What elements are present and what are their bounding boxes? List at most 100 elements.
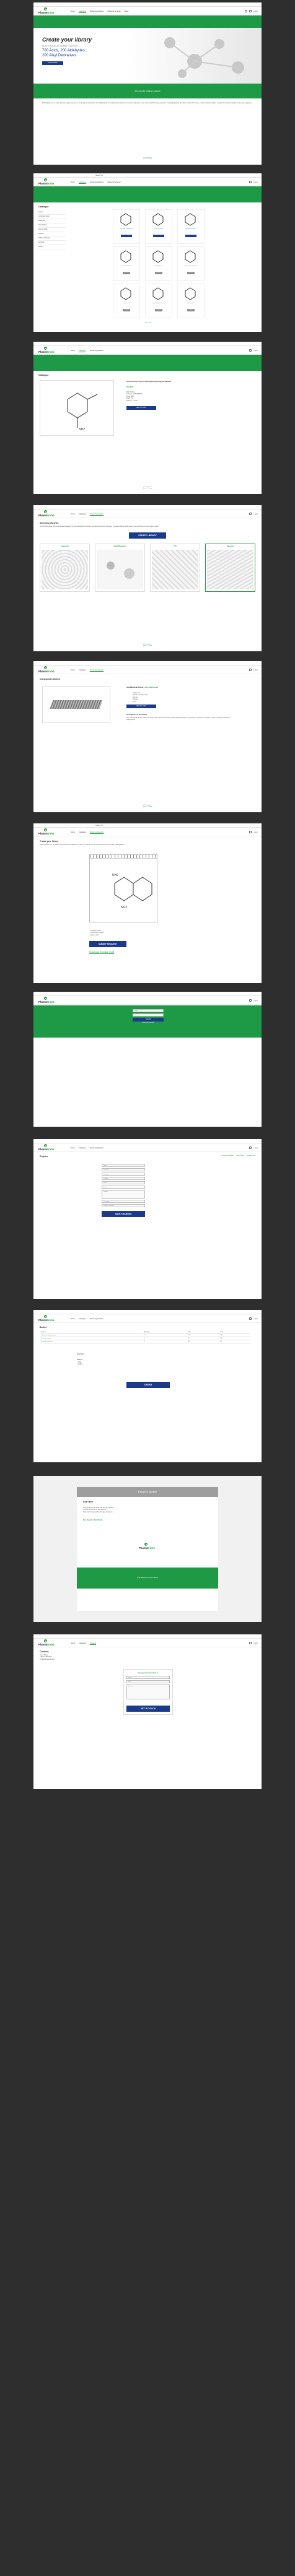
- login-link[interactable]: Log in: [253, 1000, 258, 1002]
- tab-cart[interactable]: Shopping Cart: [247, 1155, 255, 1156]
- add-to-cart-button[interactable]: ADD TO CART: [126, 406, 156, 410]
- download-link[interactable]: Download template (.sdf): [89, 951, 114, 953]
- library-card[interactable]: Bespoke: [205, 544, 255, 592]
- add-to-cart-button[interactable]: ADD TO CART: [153, 235, 164, 237]
- request-library-button[interactable]: ADD TO CART: [126, 705, 156, 708]
- nav-catalogue[interactable]: Catalogue: [79, 181, 86, 183]
- password-field[interactable]: Password: [102, 1200, 145, 1203]
- nav-screening[interactable]: Screening Libraries: [90, 831, 103, 833]
- nav-home[interactable]: Home: [71, 350, 75, 352]
- pagination[interactable]: 1 2 3 4 5: [145, 322, 151, 324]
- message-field[interactable]: Message: [126, 1685, 170, 1699]
- cart-icon[interactable]: [249, 999, 252, 1002]
- logo[interactable]: PharmBricks: [38, 178, 55, 186]
- order-button[interactable]: ORDER: [126, 1382, 170, 1388]
- login-link[interactable]: Log in: [253, 1318, 258, 1320]
- nav-catalogue[interactable]: Catalogue: [79, 350, 86, 352]
- create-library-button[interactable]: CREATE LIBRARY: [129, 532, 166, 539]
- product-card[interactable]: 4-bromopyridine DETAILS: [145, 246, 172, 281]
- library-card[interactable]: PPI: [150, 544, 200, 592]
- submit-request-button[interactable]: SUBMIT REQUEST: [89, 941, 126, 947]
- filter-item[interactable]: Nitriles: [38, 245, 66, 249]
- tab-personal[interactable]: Personal Information: [221, 1155, 234, 1156]
- nav-services[interactable]: Chemical Services: [107, 11, 120, 12]
- nav-home[interactable]: Home: [71, 11, 75, 12]
- login-link[interactable]: Log in: [253, 350, 258, 352]
- add-to-cart-button[interactable]: ADD TO CART: [121, 235, 132, 237]
- nav-home[interactable]: Home: [71, 513, 75, 515]
- nav-home[interactable]: Home: [71, 1318, 75, 1320]
- company-field[interactable]: Company: [102, 1173, 145, 1176]
- filter-item[interactable]: Alkyl Halides: [38, 223, 66, 228]
- nav-home[interactable]: Home: [71, 669, 75, 671]
- details-button[interactable]: DETAILS: [154, 309, 163, 311]
- details-button[interactable]: DETAILS: [122, 309, 131, 311]
- cart-icon[interactable]: [249, 1317, 252, 1320]
- nav-catalogue[interactable]: Catalogue: [79, 1642, 86, 1644]
- details-button[interactable]: DETAILS: [187, 309, 195, 311]
- name-field[interactable]: Name: [126, 1676, 170, 1679]
- logo[interactable]: PharmBricks: [38, 347, 55, 354]
- nav-screening[interactable]: Screening Libraries: [90, 1318, 103, 1320]
- structure-editor[interactable]: NH2 NO2: [89, 854, 157, 922]
- logo[interactable]: PharmBricks: [38, 666, 55, 674]
- cart-icon[interactable]: [249, 1147, 252, 1149]
- surname-field[interactable]: Surname: [102, 1168, 145, 1171]
- library-card[interactable]: Fragments: [40, 544, 90, 592]
- details-button[interactable]: DETAILS: [187, 272, 195, 274]
- logo[interactable]: PharmBricks: [38, 997, 55, 1004]
- filter-item[interactable]: Boronic Acids: [38, 228, 66, 232]
- logo[interactable]: PharmBricks: [38, 7, 55, 15]
- filter-item[interactable]: Aldehydes: [38, 219, 66, 223]
- library-card[interactable]: Small Molecules: [95, 544, 145, 592]
- confirm-password-field[interactable]: Confirm Password: [102, 1204, 145, 1207]
- filter-item[interactable]: Sulfonyl Chlorides: [38, 236, 66, 241]
- nav-home[interactable]: Home: [71, 1642, 75, 1644]
- nav-screening[interactable]: Screening Libraries: [90, 181, 103, 183]
- filter-item[interactable]: Ketones: [38, 232, 66, 236]
- nav-about[interactable]: About: [125, 11, 129, 12]
- cart-icon[interactable]: [249, 669, 252, 671]
- logo[interactable]: PharmBricks: [38, 510, 55, 518]
- email-field[interactable]: Email: [126, 1680, 170, 1683]
- logo[interactable]: PharmBricks: [38, 1144, 55, 1151]
- details-button[interactable]: DETAILS: [154, 272, 163, 274]
- nav-catalogue[interactable]: Catalogue: [79, 669, 86, 671]
- product-card[interactable]: cyclohexylmethanol DETAILS: [113, 246, 140, 281]
- product-card[interactable]: piperazine-1-carboxylate DETAILS: [177, 246, 205, 281]
- email-field[interactable]: Email: [102, 1186, 145, 1189]
- nav-screening[interactable]: Screening Libraries: [90, 513, 103, 515]
- email-input[interactable]: [133, 1009, 164, 1012]
- option-radio[interactable]: ○ Exact match: [89, 934, 104, 936]
- tab-orders[interactable]: Order History: [236, 1155, 244, 1156]
- login-link[interactable]: Log in: [253, 669, 258, 671]
- product-card[interactable]: 3-aminopyrrolidine ADD TO CART: [145, 209, 172, 244]
- product-card[interactable]: azetidine-3-ol DETAILS: [113, 284, 140, 318]
- learn-more-button[interactable]: LEARN MORE: [42, 61, 63, 65]
- nav-screening[interactable]: Screening Libraries: [90, 669, 103, 671]
- save-changes-button[interactable]: SAVE CHANGES: [102, 1211, 145, 1217]
- cart-icon[interactable]: [249, 349, 252, 352]
- filter-item[interactable]: Carboxylic Acids: [38, 215, 66, 219]
- product-card[interactable]: 4-(piperidin-4-yl)morpholine ADD TO CART: [113, 209, 140, 244]
- login-link[interactable]: Log in: [253, 513, 258, 515]
- product-card[interactable]: 2-methylbenzylamine ADD TO CART: [177, 209, 205, 244]
- nav-catalogue[interactable]: Catalogue: [79, 831, 86, 833]
- phone-field[interactable]: Phone: [102, 1181, 145, 1184]
- delivery-option[interactable]: ○ FedEx: [77, 1363, 84, 1365]
- nav-catalogue[interactable]: Catalogue: [79, 1318, 86, 1320]
- nav-catalogue[interactable]: Catalogue: [79, 1147, 86, 1149]
- logo[interactable]: PharmBricks: [38, 1639, 55, 1647]
- nav-home[interactable]: Home: [71, 1147, 75, 1149]
- position-field[interactable]: Position: [102, 1177, 145, 1180]
- cart-icon[interactable]: [249, 513, 252, 515]
- nav-catalogue[interactable]: Catalogue: [79, 513, 86, 515]
- product-card[interactable]: tetrahydropyran-4-amine DETAILS: [145, 284, 172, 318]
- login-link[interactable]: Log in: [253, 181, 258, 183]
- forgot-password-link[interactable]: Forgot your password?: [133, 1022, 164, 1023]
- login-link[interactable]: Log in: [253, 1642, 258, 1644]
- address-field[interactable]: Address: [102, 1190, 145, 1199]
- login-link[interactable]: Log in: [253, 11, 258, 12]
- cart-icon[interactable]: [249, 10, 252, 12]
- nav-home[interactable]: Home: [71, 831, 75, 833]
